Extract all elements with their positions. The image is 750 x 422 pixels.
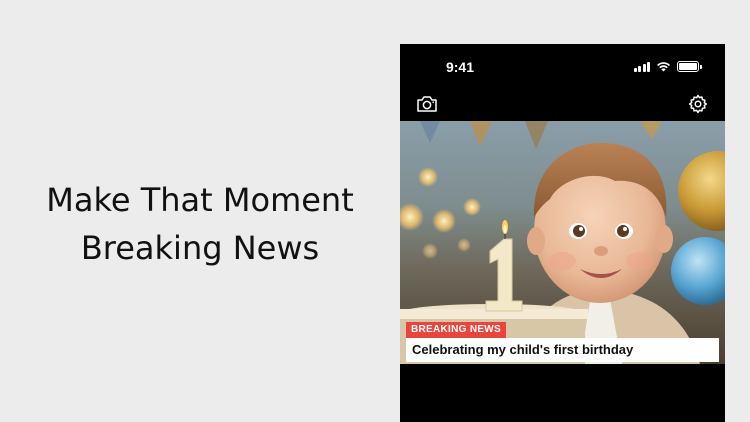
gear-icon (688, 94, 708, 114)
news-lower-third: BREAKING NEWS Celebrating my child's fir… (406, 319, 719, 362)
status-time: 9:41 (445, 59, 475, 75)
promo-headline: Make That Moment Breaking News (0, 176, 400, 272)
breaking-news-tag: BREAKING NEWS (406, 322, 507, 338)
news-caption[interactable]: Celebrating my child's first birthday (406, 338, 719, 362)
wifi-icon (657, 62, 670, 72)
settings-button[interactable] (686, 92, 710, 116)
camera-button[interactable] (415, 92, 439, 116)
status-bar: 9:41 (400, 44, 725, 88)
camera-icon (417, 96, 437, 112)
status-icons (633, 61, 702, 72)
signal-icon (633, 61, 650, 72)
battery-icon (677, 61, 702, 72)
promo-line-2: Breaking News (80, 229, 320, 267)
phone-screen: 9:41 BREAKING NEWS Celebrating my child'… (400, 44, 725, 422)
top-toolbar (400, 88, 725, 120)
promo-line-1: Make That Moment (46, 181, 354, 219)
